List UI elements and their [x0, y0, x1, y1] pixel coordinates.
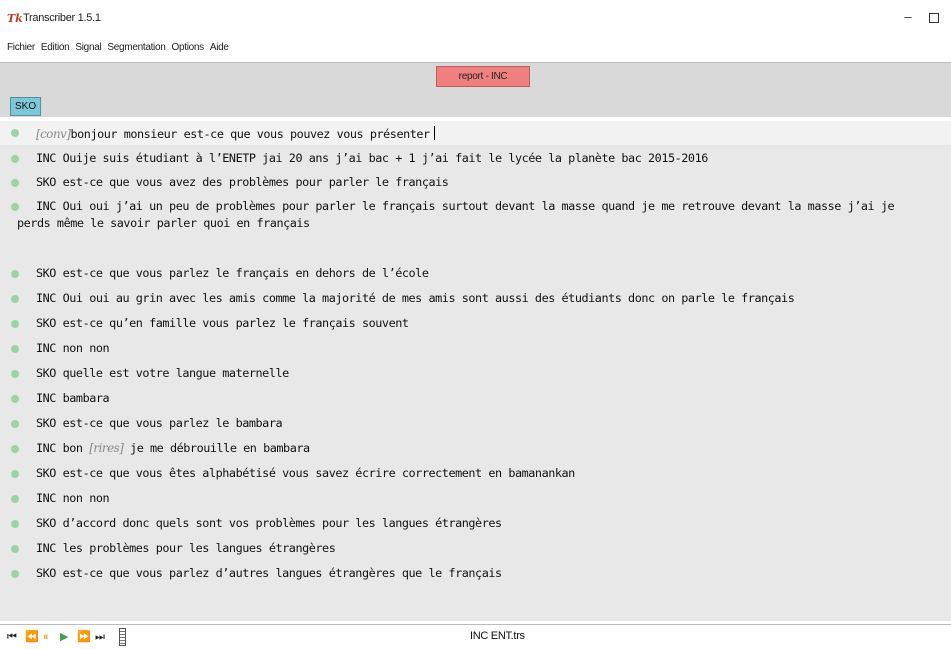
- segment-bullet-icon[interactable]: [11, 545, 19, 553]
- window-title: Transcriber 1.5.1: [23, 12, 101, 24]
- event-tag: [conv]: [36, 127, 71, 141]
- line-text-continued: perds même le savoir parler quoi en fran…: [17, 216, 310, 230]
- segment-bullet-icon[interactable]: [11, 129, 19, 137]
- segment-bullet-icon[interactable]: [11, 345, 19, 353]
- line-text: INC non non: [36, 491, 110, 505]
- transcript-line[interactable]: SKO est-ce qu’en famille vous parlez le …: [0, 312, 951, 336]
- segment-bullet-icon[interactable]: [11, 445, 19, 453]
- transcript-line[interactable]: SKO est-ce que vous avez des problèmes p…: [0, 171, 951, 195]
- segment-bullet-icon[interactable]: [11, 155, 19, 163]
- transcript-line[interactable]: SKO est-ce que vous parlez le français e…: [0, 262, 951, 286]
- transcript-line[interactable]: INC bambara: [0, 387, 951, 411]
- line-text: bonjour monsieur est-ce que vous pouvez …: [70, 127, 430, 141]
- transcript-line[interactable]: SKO est-ce que vous parlez le bambara: [0, 412, 951, 436]
- speaker-row: SKO: [0, 95, 951, 117]
- speaker-badge[interactable]: SKO: [10, 97, 42, 116]
- turn-header: report - INC: [0, 62, 951, 95]
- app-icon: Tk: [7, 12, 23, 25]
- menu-fichier[interactable]: Fichier: [7, 42, 35, 58]
- volume-slider[interactable]: [119, 628, 126, 646]
- line-text: INC Oui oui au grin avec les amis comme …: [36, 291, 795, 305]
- segment-bullet-icon[interactable]: [11, 520, 19, 528]
- segment-bullet-icon[interactable]: [11, 395, 19, 403]
- line-text: SKO est-ce qu’en famille vous parlez le …: [36, 316, 409, 330]
- transcript-line[interactable]: [conv]bonjour monsieur est-ce que vous p…: [0, 121, 951, 145]
- turn-speaker-button[interactable]: report - INC: [436, 66, 530, 87]
- segment-bullet-icon[interactable]: [11, 320, 19, 328]
- file-name: INC ENT.trs: [470, 630, 525, 642]
- playback-bar: ⏮ ⏪ ⏸ ▶ ⏩ ⏭ INC ENT.trs: [0, 624, 951, 649]
- transcript-line[interactable]: INC non non: [0, 487, 951, 511]
- transcript-line[interactable]: SKO d’accord donc quels sont vos problèm…: [0, 512, 951, 536]
- segment-bullet-icon[interactable]: [11, 270, 19, 278]
- line-text: SKO d’accord donc quels sont vos problèm…: [36, 516, 502, 530]
- segment-bullet-icon[interactable]: [11, 370, 19, 378]
- segment-bullet-icon[interactable]: [11, 570, 19, 578]
- menu-bar: Fichier Edition Signal Segmentation Opti…: [0, 42, 229, 58]
- transcript-line[interactable]: INC non non: [0, 337, 951, 361]
- segment-bullet-icon[interactable]: [11, 203, 19, 211]
- skip-end-icon[interactable]: ⏭: [95, 630, 105, 644]
- segment-bullet-icon[interactable]: [11, 495, 19, 503]
- segment-bullet-icon[interactable]: [11, 179, 19, 187]
- transcript-editor[interactable]: [conv]bonjour monsieur est-ce que vous p…: [0, 121, 951, 621]
- line-text: INC les problèmes pour les langues étran…: [36, 541, 336, 555]
- transcript-line[interactable]: INC bon [rires] je me débrouille en bamb…: [0, 437, 951, 461]
- transcript-line[interactable]: SKO est-ce que vous parlez d’autres lang…: [0, 562, 951, 586]
- line-text: INC Oui oui j’ai un peu de problèmes pou…: [36, 199, 895, 213]
- transcript-line[interactable]: INC Oui oui j’ai un peu de problèmes pou…: [0, 195, 951, 241]
- menu-segmentation[interactable]: Segmentation: [107, 42, 165, 58]
- transcript-line[interactable]: INC Ouije suis étudiant à l’ENETP jai 20…: [0, 147, 951, 171]
- play-icon[interactable]: ▶: [60, 630, 68, 644]
- fast-forward-icon[interactable]: ⏩: [77, 630, 91, 644]
- line-text: SKO est-ce que vous parlez le français e…: [36, 266, 429, 280]
- skip-start-icon[interactable]: ⏮: [7, 630, 17, 644]
- menu-edition[interactable]: Edition: [41, 42, 70, 58]
- line-text: INC bon: [36, 441, 83, 455]
- line-text: SKO est-ce que vous parlez le bambara: [36, 416, 283, 430]
- line-text: INC non non: [36, 341, 110, 355]
- transcript-line[interactable]: INC les problèmes pour les langues étran…: [0, 537, 951, 561]
- line-text: INC bambara: [36, 391, 110, 405]
- transcript-line[interactable]: SKO quelle est votre langue maternelle: [0, 362, 951, 386]
- line-text-after: je me débrouille en bambara: [130, 441, 310, 455]
- segment-bullet-icon[interactable]: [11, 470, 19, 478]
- maximize-button[interactable]: [929, 13, 939, 23]
- rewind-icon[interactable]: ⏪: [25, 630, 39, 644]
- segment-bullet-icon[interactable]: [11, 295, 19, 303]
- line-text: SKO est-ce que vous êtes alphabétisé vou…: [36, 466, 575, 480]
- line-text: INC Ouije suis étudiant à l’ENETP jai 20…: [36, 151, 708, 165]
- transcript-line[interactable]: INC Oui oui au grin avec les amis comme …: [0, 287, 951, 311]
- pause-icon[interactable]: ⏸: [43, 630, 49, 644]
- minimize-button[interactable]: –: [898, 7, 918, 27]
- menu-signal[interactable]: Signal: [75, 42, 101, 58]
- event-tag: [rires]: [89, 441, 124, 455]
- title-bar: Tk Transcriber 1.5.1 –: [0, 0, 951, 34]
- menu-aide[interactable]: Aide: [210, 42, 229, 58]
- line-text: SKO est-ce que vous parlez d’autres lang…: [36, 566, 502, 580]
- line-text: SKO est-ce que vous avez des problèmes p…: [36, 175, 449, 189]
- segment-bullet-icon[interactable]: [11, 420, 19, 428]
- text-caret: [433, 126, 435, 140]
- line-text: SKO quelle est votre langue maternelle: [36, 366, 289, 380]
- transcript-line[interactable]: SKO est-ce que vous êtes alphabétisé vou…: [0, 462, 951, 486]
- menu-options[interactable]: Options: [172, 42, 205, 58]
